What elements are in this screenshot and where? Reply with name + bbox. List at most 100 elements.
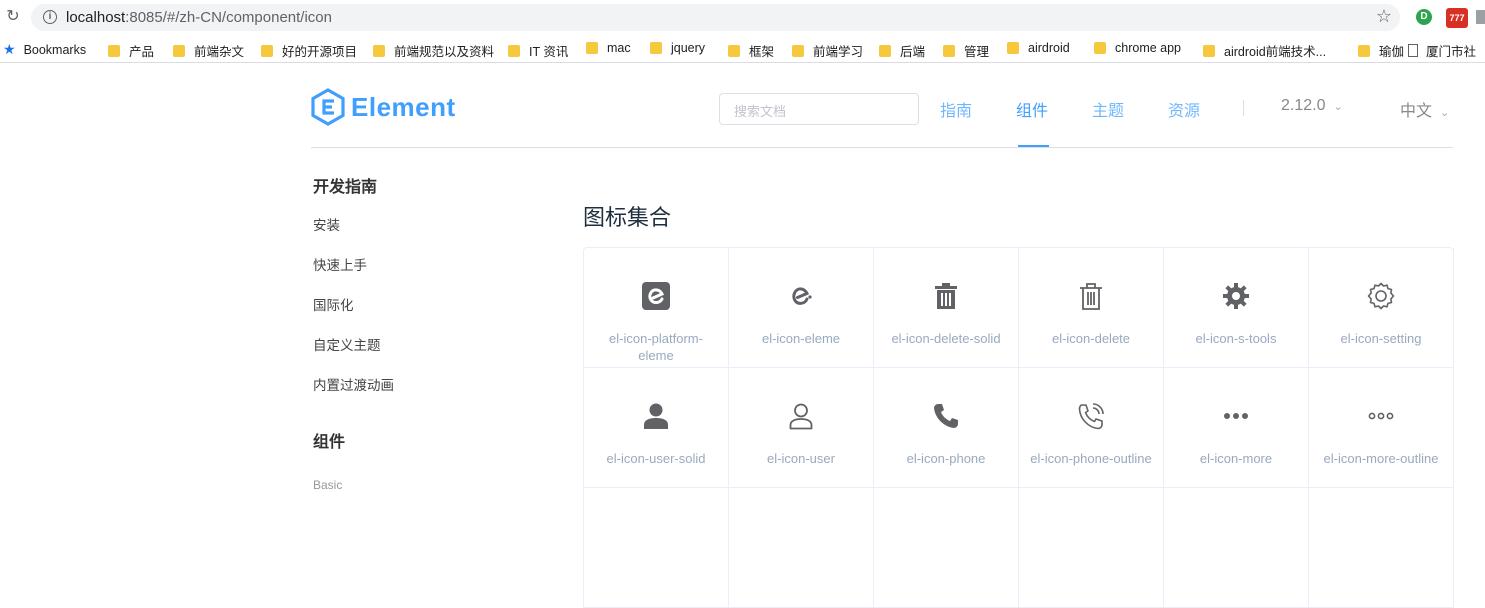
sidebar-group-dev-guide: 开发指南 bbox=[313, 179, 378, 196]
icon-cell[interactable]: el-icon-setting bbox=[1309, 248, 1454, 368]
url-text: localhost:8085/#/zh-CN/component/icon bbox=[66, 9, 332, 26]
folder-icon bbox=[792, 44, 804, 57]
icon-cell[interactable]: el-icon-more-outline bbox=[1309, 368, 1454, 488]
bookmark-folder[interactable]: IT 资讯 bbox=[508, 41, 568, 60]
address-bar[interactable]: i localhost:8085/#/zh-CN/component/icon … bbox=[31, 4, 1400, 31]
icon-label: el-icon-user bbox=[767, 451, 835, 466]
tools-icon bbox=[1223, 283, 1249, 309]
folder-icon bbox=[1094, 42, 1106, 54]
user-icon bbox=[789, 403, 813, 430]
sidebar-item-install[interactable]: 安装 bbox=[313, 214, 340, 234]
sidebar-item-quickstart[interactable]: 快速上手 bbox=[313, 254, 367, 274]
bookmark-folder[interactable]: 后端 bbox=[879, 41, 925, 60]
icon-cell[interactable] bbox=[584, 488, 729, 608]
icon-cell[interactable]: el-icon-phone bbox=[874, 368, 1019, 488]
icon-label: el-icon-delete bbox=[1051, 331, 1131, 346]
extension-icon[interactable] bbox=[1476, 10, 1485, 24]
folder-icon bbox=[650, 42, 662, 54]
more-icon bbox=[1224, 413, 1248, 419]
page-icon bbox=[1408, 44, 1418, 57]
icon-cell[interactable]: el-icon-delete-solid bbox=[874, 248, 1019, 368]
phone-outline-icon bbox=[1078, 403, 1104, 430]
icon-cell[interactable] bbox=[874, 488, 1019, 608]
bookmark-folder[interactable]: 前端杂文 bbox=[173, 41, 244, 60]
folder-icon bbox=[508, 44, 520, 57]
setting-icon bbox=[1367, 282, 1395, 310]
icon-label: el-icon-more-outline bbox=[1323, 451, 1439, 466]
icon-cell[interactable]: el-icon-s-tools bbox=[1164, 248, 1309, 368]
folder-icon bbox=[1203, 44, 1215, 57]
icon-label: el-icon-phone-outline bbox=[1030, 451, 1152, 466]
icon-label: el-icon-setting bbox=[1340, 331, 1422, 346]
icon-cell[interactable]: el-icon-platform-eleme bbox=[584, 248, 729, 368]
icon-label: el-icon-user-solid bbox=[606, 451, 706, 466]
platform-eleme-icon bbox=[642, 282, 670, 310]
bookmark-folder[interactable]: airdroid bbox=[1007, 41, 1070, 55]
icon-cell[interactable] bbox=[1019, 488, 1164, 608]
bookmark-folder[interactable]: 前端规范以及资料 bbox=[373, 41, 494, 60]
icon-cell[interactable] bbox=[729, 488, 874, 608]
bookmark-folder[interactable]: 好的开源项目 bbox=[261, 41, 357, 60]
folder-icon bbox=[1358, 44, 1370, 57]
icon-cell[interactable]: el-icon-delete bbox=[1019, 248, 1164, 368]
info-icon[interactable]: i bbox=[43, 10, 57, 24]
bookmark-folder[interactable]: chrome app bbox=[1094, 41, 1181, 55]
bookmark-folder[interactable]: 瑜伽 bbox=[1358, 41, 1404, 60]
bookmark-folder[interactable]: 前端学习 bbox=[792, 41, 863, 60]
nav-resource[interactable]: 资源 bbox=[1168, 97, 1200, 121]
bookmark-page[interactable]: 厦门市社 bbox=[1408, 41, 1476, 60]
bookmark-star-icon[interactable]: ☆ bbox=[1376, 6, 1392, 27]
folder-icon bbox=[728, 44, 740, 57]
bookmark-folder[interactable]: 框架 bbox=[728, 41, 774, 60]
bookmark-folder[interactable]: 管理 bbox=[943, 41, 989, 60]
icon-cell[interactable]: el-icon-more bbox=[1164, 368, 1309, 488]
icon-cell[interactable]: el-icon-user bbox=[729, 368, 874, 488]
folder-icon bbox=[1007, 42, 1019, 54]
bookmark-folder[interactable]: 产品 bbox=[108, 41, 154, 60]
delete-icon bbox=[1080, 283, 1102, 310]
icon-grid: el-icon-platform-eleme el-icon-eleme el-… bbox=[583, 247, 1454, 608]
bookmarks-button[interactable]: ★ Bookmarks bbox=[3, 41, 86, 58]
eleme-icon bbox=[792, 287, 812, 305]
bookmark-folder[interactable]: jquery bbox=[650, 41, 705, 55]
icon-cell[interactable]: el-icon-user-solid bbox=[584, 368, 729, 488]
bookmarks-bar: ★ Bookmarks 产品 前端杂文 好的开源项目 前端规范以及资料 IT 资讯… bbox=[0, 36, 1485, 63]
nav-component[interactable]: 组件 bbox=[1016, 97, 1048, 121]
bookmark-folder[interactable]: mac bbox=[586, 41, 631, 55]
search-input[interactable]: 搜索文档 bbox=[719, 93, 919, 125]
element-logo-icon bbox=[311, 88, 345, 126]
icon-label: el-icon-more bbox=[1199, 451, 1273, 466]
nav-theme[interactable]: 主题 bbox=[1092, 97, 1124, 121]
folder-icon bbox=[261, 44, 273, 57]
delete-solid-icon bbox=[935, 283, 957, 309]
more-outline-icon bbox=[1368, 412, 1394, 420]
logo[interactable]: Element bbox=[311, 88, 456, 126]
version-select[interactable]: 2.12.0 ⌄ bbox=[1281, 97, 1343, 115]
language-select[interactable]: 中文 ⌄ bbox=[1400, 97, 1449, 121]
extension-icon[interactable]: D bbox=[1416, 9, 1432, 25]
folder-icon bbox=[373, 44, 385, 57]
folder-icon bbox=[943, 44, 955, 57]
bookmark-folder[interactable]: airdroid前端技术... bbox=[1203, 41, 1326, 60]
logo-text: Element bbox=[351, 91, 456, 122]
folder-icon bbox=[586, 42, 598, 54]
extension-icon[interactable]: 777 bbox=[1446, 8, 1468, 28]
sidebar-group-components: 组件 bbox=[313, 434, 346, 451]
icon-label: el-icon-eleme bbox=[761, 331, 841, 346]
icon-label: el-icon-phone bbox=[906, 451, 986, 466]
icon-cell[interactable]: el-icon-eleme bbox=[729, 248, 874, 368]
icon-cell[interactable] bbox=[1309, 488, 1454, 608]
icon-cell[interactable] bbox=[1164, 488, 1309, 608]
icon-label: el-icon-delete-solid bbox=[891, 331, 1001, 346]
sidebar-item-i18n[interactable]: 国际化 bbox=[313, 294, 354, 314]
reload-icon[interactable]: ↻ bbox=[3, 7, 23, 27]
nav-guide[interactable]: 指南 bbox=[940, 97, 972, 121]
sidebar-item-transition[interactable]: 内置过渡动画 bbox=[313, 374, 394, 394]
icon-cell[interactable]: el-icon-phone-outline bbox=[1019, 368, 1164, 488]
chevron-down-icon: ⌄ bbox=[1440, 107, 1450, 119]
star-icon: ★ bbox=[3, 41, 16, 57]
active-nav-indicator bbox=[1018, 145, 1049, 147]
sidebar-item-custom-theme[interactable]: 自定义主题 bbox=[313, 334, 381, 354]
icon-label: el-icon-platform-eleme bbox=[609, 331, 703, 363]
browser-toolbar: ↻ i localhost:8085/#/zh-CN/component/ico… bbox=[0, 0, 1485, 36]
